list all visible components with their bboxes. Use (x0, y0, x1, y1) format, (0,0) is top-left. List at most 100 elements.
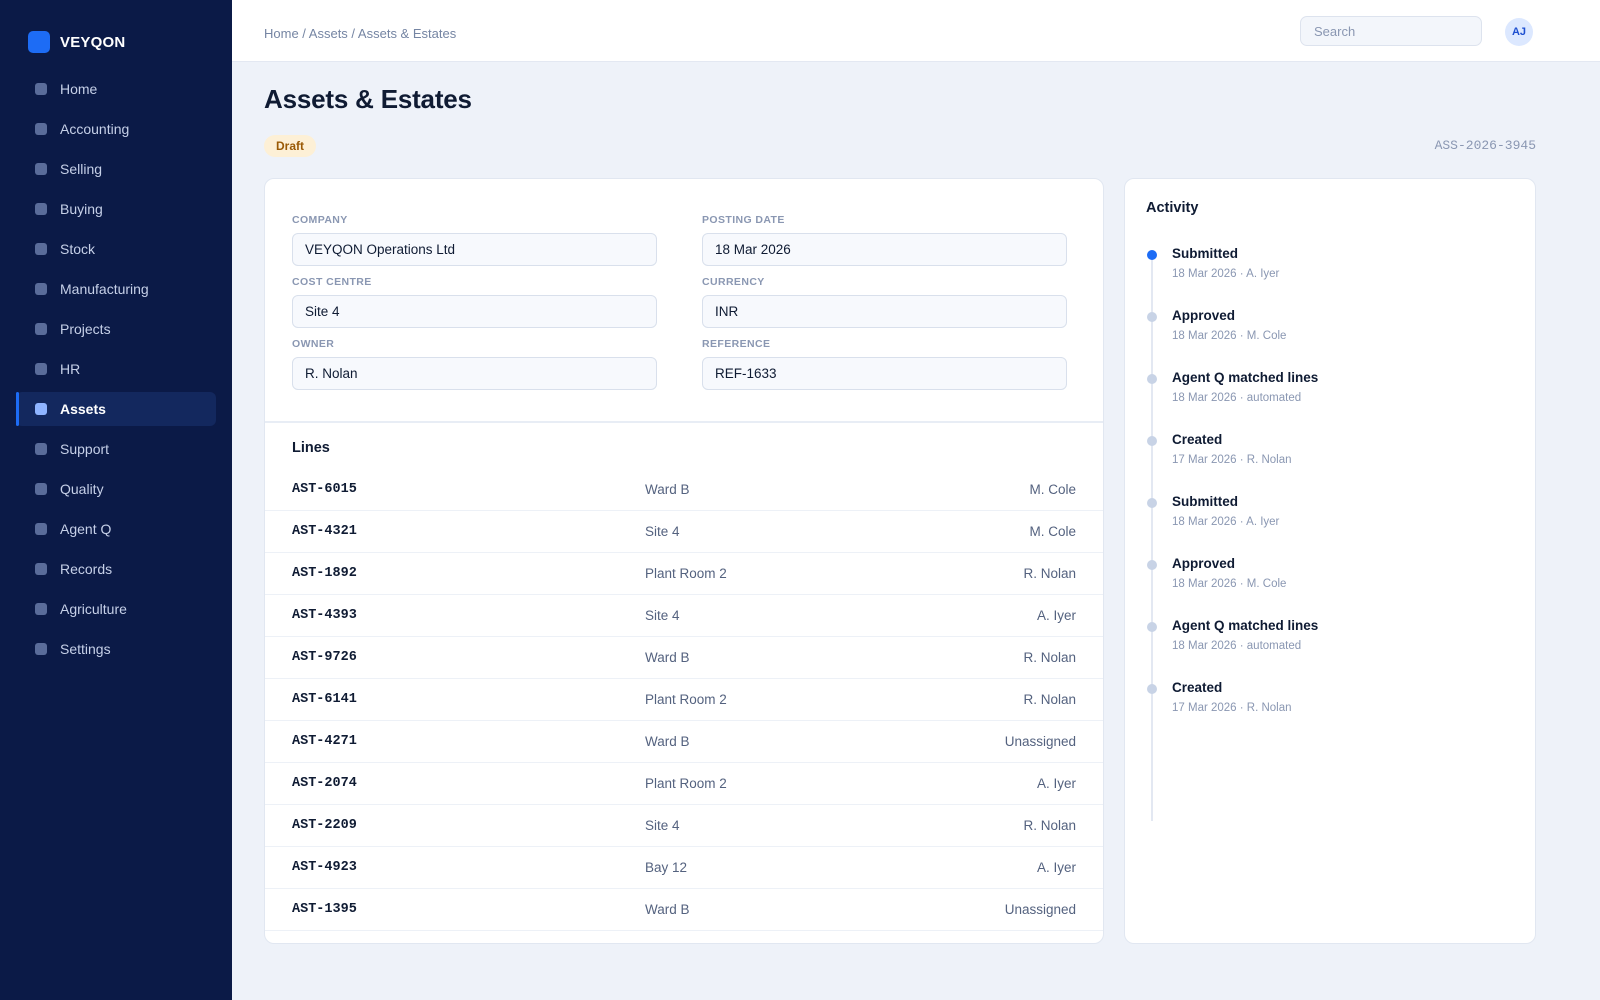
breadcrumb[interactable]: Home / Assets / Assets & Estates (264, 26, 456, 41)
activity-event: Agent Q matched lines 18 Mar 2026 · autom… (1125, 370, 1535, 432)
posting-date-field-group: Posting Date (702, 213, 1067, 266)
asset-location: Plant Room 2 (645, 692, 727, 707)
table-row[interactable]: AST-6015 Ward B M. Cole (265, 469, 1103, 511)
activity-event: Agent Q matched lines 18 Mar 2026 · autom… (1125, 618, 1535, 680)
timeline-dot-icon (1147, 498, 1157, 508)
asset-code: AST-6015 (292, 482, 357, 497)
table-row[interactable]: AST-4923 Bay 12 A. Iyer (265, 847, 1103, 889)
sidebar-item-agent-q[interactable]: Agent Q (16, 512, 216, 546)
event-title: Created (1172, 432, 1223, 447)
sidebar-item-quality[interactable]: Quality (16, 472, 216, 506)
asset-location: Plant Room 2 (645, 566, 727, 581)
event-title: Agent Q matched lines (1172, 618, 1319, 633)
event-meta: 18 Mar 2026 · A. Iyer (1172, 516, 1280, 528)
logo-icon (28, 31, 50, 53)
sidebar-item-selling[interactable]: Selling (16, 152, 216, 186)
activity-event: Submitted 18 Mar 2026 · A. Iyer (1125, 494, 1535, 556)
activity-event: Created 17 Mar 2026 · R. Nolan (1125, 680, 1535, 742)
table-row[interactable]: AST-6141 Plant Room 2 R. Nolan (265, 679, 1103, 721)
sidebar-item-label: Settings (60, 641, 111, 657)
brand-name: VEYQON (60, 33, 126, 51)
cost-centre-label: Cost Centre (292, 276, 372, 288)
cost-centre-field[interactable] (292, 295, 657, 328)
table-row[interactable]: AST-1395 Ward B Unassigned (265, 889, 1103, 931)
asset-code: AST-2209 (292, 818, 357, 833)
sidebar-item-home[interactable]: Home (16, 72, 216, 106)
search-input[interactable] (1300, 16, 1482, 46)
stock-icon (35, 243, 47, 255)
currency-field[interactable] (702, 295, 1067, 328)
sidebar-item-settings[interactable]: Settings (16, 632, 216, 666)
activity-title: Activity (1146, 200, 1199, 216)
asset-code: AST-4923 (292, 860, 357, 875)
topbar: Home / Assets / Assets & Estates AJ (232, 0, 1600, 62)
table-row[interactable]: AST-4393 Site 4 A. Iyer (265, 595, 1103, 637)
settings-icon (35, 643, 47, 655)
activity-event: Approved 18 Mar 2026 · M. Cole (1125, 308, 1535, 370)
asset-owner: M. Cole (1029, 482, 1076, 497)
company-field[interactable] (292, 233, 657, 266)
selling-icon (35, 163, 47, 175)
sidebar-item-support[interactable]: Support (16, 432, 216, 466)
asset-code: AST-6141 (292, 692, 357, 707)
reference-field[interactable] (702, 357, 1067, 390)
section-divider (265, 421, 1103, 423)
asset-owner: R. Nolan (1023, 692, 1076, 707)
sidebar-item-label: Agent Q (60, 521, 112, 537)
company-label: Company (292, 214, 348, 226)
sidebar-item-projects[interactable]: Projects (16, 312, 216, 346)
sidebar-item-stock[interactable]: Stock (16, 232, 216, 266)
event-meta: 18 Mar 2026 · automated (1172, 640, 1302, 652)
sidebar-nav: Home Accounting Selling Buying Stock Man… (16, 72, 216, 672)
activity-panel: Activity Submitted 18 Mar 2026 · A. Iyer … (1124, 178, 1536, 944)
lines-title: Lines (292, 440, 330, 456)
table-row[interactable]: AST-1892 Plant Room 2 R. Nolan (265, 553, 1103, 595)
asset-location: Ward B (645, 734, 690, 749)
sidebar-item-records[interactable]: Records (16, 552, 216, 586)
posting-date-field[interactable] (702, 233, 1067, 266)
avatar[interactable]: AJ (1505, 18, 1533, 46)
buying-icon (35, 203, 47, 215)
page-title: Assets & Estates (264, 84, 472, 114)
support-icon (35, 443, 47, 455)
table-row[interactable]: AST-9726 Ward B R. Nolan (265, 637, 1103, 679)
projects-icon (35, 323, 47, 335)
asset-code: AST-4393 (292, 608, 357, 623)
asset-location: Site 4 (645, 818, 680, 833)
manufacturing-icon (35, 283, 47, 295)
sidebar-item-hr[interactable]: HR (16, 352, 216, 386)
event-meta: 18 Mar 2026 · M. Cole (1172, 330, 1287, 342)
sidebar-item-assets[interactable]: Assets (16, 392, 216, 426)
sidebar-item-accounting[interactable]: Accounting (16, 112, 216, 146)
asset-owner: Unassigned (1004, 902, 1076, 917)
event-meta: 18 Mar 2026 · A. Iyer (1172, 268, 1280, 280)
sidebar-item-buying[interactable]: Buying (16, 192, 216, 226)
lines-table: AST-6015 Ward B M. Cole AST-4321 Site 4 M. C… (265, 469, 1103, 931)
event-meta: 18 Mar 2026 · M. Cole (1172, 578, 1287, 590)
event-meta: 18 Mar 2026 · automated (1172, 392, 1302, 404)
table-row[interactable]: AST-4271 Ward B Unassigned (265, 721, 1103, 763)
sidebar: VEYQON Home Accounting Selling Buying St… (0, 0, 232, 1000)
document-card: Company Posting Date Cost Centre Currenc… (264, 178, 1104, 944)
brand[interactable]: VEYQON (28, 31, 125, 53)
sidebar-item-manufacturing[interactable]: Manufacturing (16, 272, 216, 306)
sidebar-item-agriculture[interactable]: Agriculture (16, 592, 216, 626)
sidebar-item-label: Quality (60, 481, 104, 497)
activity-event: Created 17 Mar 2026 · R. Nolan (1125, 432, 1535, 494)
reference-field-group: Reference (702, 337, 1067, 390)
table-row[interactable]: AST-2209 Site 4 R. Nolan (265, 805, 1103, 847)
sidebar-item-label: Support (60, 441, 110, 457)
asset-owner: M. Cole (1029, 524, 1076, 539)
sidebar-item-label: Buying (60, 201, 103, 217)
activity-event: Submitted 18 Mar 2026 · A. Iyer (1125, 246, 1535, 308)
asset-location: Ward B (645, 902, 690, 917)
table-row[interactable]: AST-2074 Plant Room 2 A. Iyer (265, 763, 1103, 805)
event-title: Agent Q matched lines (1172, 370, 1319, 385)
asset-owner: R. Nolan (1023, 650, 1076, 665)
owner-field[interactable] (292, 357, 657, 390)
event-title: Submitted (1172, 246, 1238, 261)
event-title: Submitted (1172, 494, 1238, 509)
event-meta: 17 Mar 2026 · R. Nolan (1172, 702, 1292, 714)
table-row[interactable]: AST-4321 Site 4 M. Cole (265, 511, 1103, 553)
asset-code: AST-1395 (292, 902, 357, 917)
